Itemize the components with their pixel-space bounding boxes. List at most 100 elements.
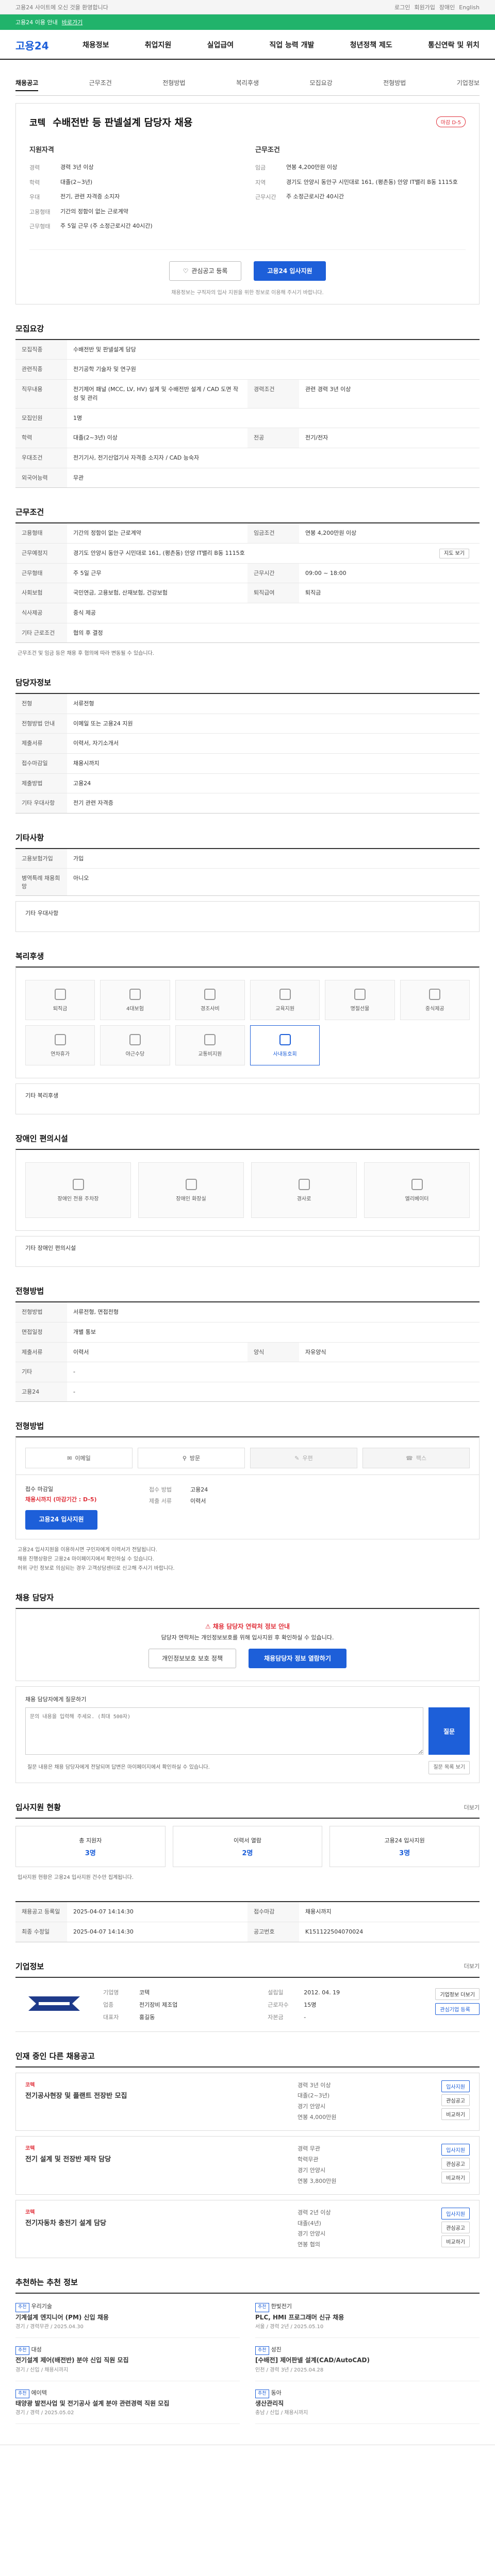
recommend-company: 우리기술 — [31, 2303, 53, 2310]
company-name[interactable]: 코텍 — [29, 115, 45, 128]
job-card-meta: 경력 3년 이상 — [298, 2081, 331, 2089]
job-card-meta: 경기 안양시 — [298, 2103, 326, 2110]
job-card-title[interactable]: 전기공사현장 및 플랜트 전장반 모집 — [25, 2090, 290, 2100]
tab-method[interactable]: 전형방법 — [162, 78, 185, 91]
job-card-save-button[interactable]: 관심공고 — [441, 2158, 470, 2170]
welfare-item: 명절선물 — [325, 980, 395, 1021]
tab-recruit[interactable]: 모집요강 — [310, 78, 333, 91]
apply-note-item: 고용24 입사지원을 이용하시면 구인자에게 이력서가 전달됩니다. — [18, 1547, 157, 1553]
gnb-item-benefit[interactable]: 실업급여 — [207, 40, 234, 50]
gnb-item-support[interactable]: 취업지원 — [145, 40, 172, 50]
disability-etc-box: 기타 장애인 편의시설 — [15, 1236, 480, 1267]
kv-value: 주 5일 근무 (주 소정근로시간 40시간) — [60, 223, 153, 229]
recommend-title[interactable]: 태양광 발전사업 및 전기공사 설계 분야 관련경력 직원 모집 — [15, 2398, 240, 2409]
apply-now-button[interactable]: 고용24 입사지원 — [25, 1510, 97, 1530]
job-card[interactable]: 코텍 전기 설계 및 전장반 제작 담당 경력 무관 학력무관 경기 안양시 연봉 3,… — [15, 2136, 480, 2195]
recommend-item[interactable]: 추천 에이텍 태양광 발전사업 및 전기공사 설계 분야 관련경력 직원 모집 경기 … — [15, 2388, 240, 2425]
banner-link[interactable]: 바로가기 — [62, 18, 82, 26]
detail-tabs: 채용공고 근무조건 전형방법 복리후생 모집요강 전형방법 기업정보 — [15, 78, 480, 96]
welfare-label: 경조사비 — [200, 1006, 220, 1012]
recommend-title[interactable]: 전기설계 제어(배전반) 분야 신입 직원 모집 — [15, 2355, 240, 2365]
question-box: 채용 담당자에게 질문하기 질문 질문 내용은 채용 담당자에게 전달되며 답변… — [15, 1686, 480, 1784]
recommend-title[interactable]: [수배전] 제어판넬 설계(CAD/AutoCAD) — [255, 2355, 480, 2365]
job-card-compare-button[interactable]: 비교하기 — [441, 2108, 470, 2120]
tab-condition[interactable]: 근무조건 — [89, 78, 112, 91]
job-card-compare-button[interactable]: 비교하기 — [441, 2235, 470, 2247]
company-detail-button[interactable]: 기업정보 더보기 — [435, 1988, 480, 2000]
recommend-tag: 추천 — [15, 2346, 29, 2355]
row-value: 대졸(2~3년) 이상 — [73, 434, 118, 442]
row-header: 임금조건 — [248, 523, 299, 543]
kv-key: 근무시간 — [255, 194, 276, 200]
recommend-title[interactable]: 기계설계 엔지니어 (PM) 신입 채용 — [15, 2312, 240, 2323]
follow-company-button[interactable]: 관심기업 등록 — [435, 2003, 480, 2015]
co-value: - — [304, 2013, 306, 2021]
recommend-item[interactable]: 추천 대성 전기설계 제어(배전반) 분야 신입 직원 모집 경기 / 신입 / 채용… — [15, 2345, 240, 2381]
question-submit-button[interactable]: 질문 — [428, 1707, 470, 1755]
job-card-compare-button[interactable]: 비교하기 — [441, 2172, 470, 2184]
recommend-item[interactable]: 추천 성진 [수배전] 제어판넬 설계(CAD/AutoCAD) 인천 / 경력 3년… — [255, 2345, 480, 2381]
top-link-english[interactable]: English — [459, 4, 480, 11]
stat-card: 이력서 열람 2명 — [172, 1826, 323, 1868]
co-value: 코텍 — [139, 1989, 150, 1996]
save-job-button[interactable]: ♡ 관심공고 등록 — [169, 261, 241, 281]
tab-welfare[interactable]: 복리후생 — [236, 78, 259, 91]
job-card-save-button[interactable]: 관심공고 — [441, 2094, 470, 2106]
question-note: 질문 내용은 채용 담당자에게 전달되며 답변은 마이페이지에서 확인하실 수 … — [27, 1765, 210, 1771]
recommend-tag: 추천 — [255, 2303, 269, 2312]
question-input[interactable] — [25, 1707, 423, 1755]
row-value: 전기 관련 자격증 — [73, 800, 113, 807]
apply-button[interactable]: 고용24 입사지원 — [254, 261, 326, 281]
gnb-item-youth[interactable]: 청년정책 제도 — [350, 40, 392, 50]
banner-text: 고용24 이용 안내 — [15, 19, 58, 26]
question-list-button[interactable]: 질문 목록 보기 — [428, 1761, 470, 1775]
row-value: 전기/전자 — [305, 434, 328, 442]
disability-section: 장애인 편의시설 장애인 전용 주차장 장애인 화장실 경사로 엘리베이터 기타… — [15, 1133, 480, 1267]
recommend-item[interactable]: 추천 동아 생산관리직 충남 / 신입 / 채용시까지 — [255, 2388, 480, 2425]
apply-method-label: 접수 방법 — [149, 1486, 172, 1494]
job-card-title[interactable]: 전기자동차 충전기 설계 담당 — [25, 2217, 290, 2227]
job-card-apply-button[interactable]: 입사지원 — [441, 2080, 470, 2092]
privacy-policy-button[interactable]: 개인정보보호 보호 정책 — [148, 1649, 236, 1669]
gnb-item-training[interactable]: 직업 능력 개발 — [269, 40, 314, 50]
recommend-item[interactable]: 추천 한빛전기 PLC, HMI 프로그래머 신규 채용 서울 / 경력 2년 / 2… — [255, 2302, 480, 2338]
recommend-company: 한빛전기 — [271, 2303, 292, 2310]
person-icon: ⚲ — [182, 1454, 187, 1462]
apply-docs-value: 이력서 — [190, 1498, 206, 1505]
welfare-etc-label: 기타 복리후생 — [25, 1092, 59, 1099]
site-logo[interactable]: 고용24 — [15, 38, 62, 53]
row-header: 식사제공 — [15, 603, 67, 623]
job-card-meta: 경력 2년 이상 — [298, 2209, 331, 2216]
job-card-apply-button[interactable]: 입사지원 — [441, 2144, 470, 2156]
job-card-meta: 학력무관 — [298, 2156, 319, 2163]
section-title: 담당자정보 — [15, 678, 52, 688]
job-card-meta: 연봉 협의 — [298, 2241, 320, 2248]
top-link-disabled[interactable]: 장애인 — [439, 3, 455, 11]
etc-preference-box: 기타 우대사항 — [15, 901, 480, 933]
stats-more-link[interactable]: 더보기 — [464, 1803, 480, 1811]
top-link-join[interactable]: 회원가입 — [414, 3, 435, 11]
org-more-link[interactable]: 더보기 — [464, 1962, 480, 1970]
apply-type-email: ✉ 이메일 — [25, 1448, 133, 1469]
top-link-login[interactable]: 로그인 — [394, 3, 410, 11]
job-card-apply-button[interactable]: 입사지원 — [441, 2207, 470, 2219]
facility-item: 경사로 — [251, 1162, 357, 1218]
recommend-grid: 추천 우리기술 기계설계 엔지니어 (PM) 신입 채용 경기 / 경력무관 / 20… — [15, 2293, 480, 2425]
recommend-title[interactable]: PLC, HMI 프로그래머 신규 채용 — [255, 2312, 480, 2323]
tab-method-2[interactable]: 전형방법 — [383, 78, 406, 91]
job-card-title[interactable]: 전기 설계 및 전장반 제작 담당 — [25, 2154, 290, 2163]
contact-section: 담당자정보 전형 서류전형 전형방법 안내 이메일 또는 고용24 지원 제출서류 이… — [15, 677, 480, 814]
gnb-item-jobs[interactable]: 채용정보 — [82, 40, 109, 50]
recommend-item[interactable]: 추천 우리기술 기계설계 엔지니어 (PM) 신입 채용 경기 / 경력무관 / 20… — [15, 2302, 240, 2338]
row-value: 수배전반 및 판넬설계 담당 — [73, 346, 136, 353]
map-button[interactable]: 지도 보기 — [439, 548, 469, 558]
job-card-save-button[interactable]: 관심공고 — [441, 2221, 470, 2233]
job-card[interactable]: 코텍 전기자동차 충전기 설계 담당 경력 2년 이상 대졸(4년) 경기 안양시 연봉… — [15, 2199, 480, 2259]
recommend-title[interactable]: 생산관리직 — [255, 2398, 480, 2409]
job-card[interactable]: 코텍 전기공사현장 및 플랜트 전장반 모집 경력 3년 이상 대졸(2~3년) 경기… — [15, 2072, 480, 2131]
view-contact-button[interactable]: 채용담당자 정보 열람하기 — [249, 1649, 346, 1669]
gnb-item-contact[interactable]: 통신연락 및 위치 — [428, 40, 480, 50]
tab-company[interactable]: 기업정보 — [457, 78, 480, 91]
section-title: 모집요강 — [15, 324, 44, 333]
tab-notice[interactable]: 채용공고 — [15, 78, 39, 91]
